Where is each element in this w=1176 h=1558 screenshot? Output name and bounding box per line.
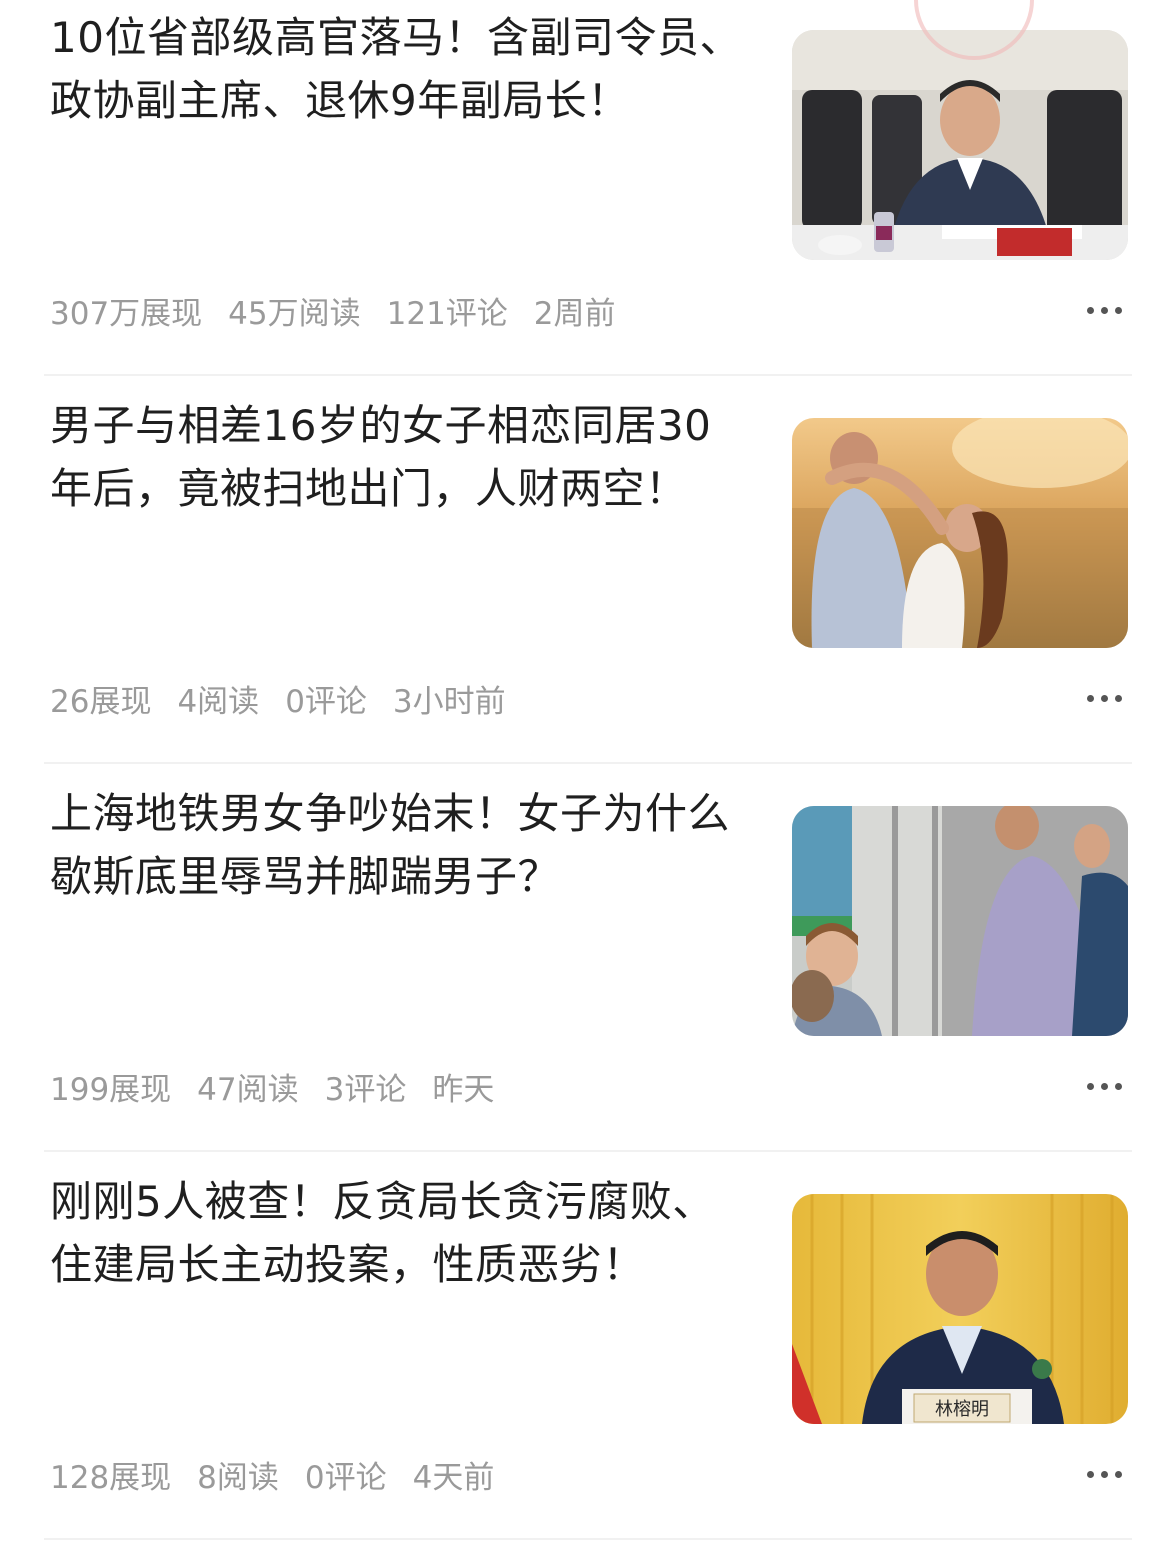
more-dots-icon[interactable] bbox=[1076, 1068, 1132, 1104]
comments-count: 121评论 bbox=[386, 295, 508, 332]
publish-time: 昨天 bbox=[432, 1071, 495, 1108]
article-stats: 199展现 47阅读 3评论 昨天 bbox=[50, 1058, 520, 1114]
more-dots-icon[interactable] bbox=[1076, 680, 1132, 716]
reads-count: 8阅读 bbox=[197, 1459, 279, 1496]
comments-count: 0评论 bbox=[304, 1459, 387, 1496]
article-stats: 26展现 4阅读 0评论 3小时前 bbox=[50, 670, 532, 726]
divider bbox=[44, 762, 1132, 764]
comments-count: 0评论 bbox=[285, 683, 367, 720]
article-thumbnail[interactable] bbox=[792, 806, 1128, 1036]
subway-argument-photo bbox=[792, 806, 1128, 1036]
reads-count: 47阅读 bbox=[197, 1071, 299, 1108]
article-stats: 307万展现 45万阅读 121评论 2周前 bbox=[50, 282, 642, 338]
impressions-count: 307万展现 bbox=[50, 295, 203, 332]
article-title[interactable]: 男子与相差16岁的女子相恋同居30年后，竟被扫地出门，人财两空！ bbox=[50, 394, 750, 520]
article-thumbnail[interactable]: 林榕明 bbox=[792, 1194, 1128, 1424]
article-feed: 10位省部级高官落马！含副司令员、政协副主席、退休9年副局长！ 307万展现 4… bbox=[0, 0, 1176, 1558]
divider bbox=[44, 374, 1132, 376]
article-item[interactable]: 上海地铁男女争吵始末！女子为什么歇斯底里辱骂并脚踹男子？ 199展现 47阅读 … bbox=[0, 776, 1176, 1164]
reads-count: 4阅读 bbox=[177, 683, 260, 720]
official-at-desk-photo bbox=[792, 30, 1128, 260]
divider bbox=[44, 1150, 1132, 1152]
article-thumbnail[interactable] bbox=[792, 418, 1128, 648]
article-title[interactable]: 10位省部级高官落马！含副司令员、政协副主席、退休9年副局长！ bbox=[50, 6, 750, 132]
impressions-count: 26展现 bbox=[50, 683, 152, 720]
article-item[interactable]: 10位省部级高官落马！含副司令员、政协副主席、退休9年副局长！ 307万展现 4… bbox=[0, 0, 1176, 388]
article-item[interactable]: 刚刚5人被查！反贪局长贪污腐败、住建局长主动投案，性质恶劣！ 林榕明 128展现… bbox=[0, 1164, 1176, 1552]
publish-time: 4天前 bbox=[412, 1459, 495, 1496]
official-portrait-photo: 林榕明 bbox=[792, 1194, 1128, 1424]
couple-embrace-photo bbox=[792, 418, 1128, 648]
article-item[interactable]: 男子与相差16岁的女子相恋同居30年后，竟被扫地出门，人财两空！ 26展现 4阅… bbox=[0, 388, 1176, 776]
reads-count: 45万阅读 bbox=[228, 295, 361, 332]
impressions-count: 199展现 bbox=[50, 1071, 172, 1108]
publish-time: 3小时前 bbox=[392, 683, 506, 720]
publish-time: 2周前 bbox=[533, 295, 616, 332]
article-stats: 128展现 8阅读 0评论 4天前 bbox=[50, 1446, 520, 1502]
article-title[interactable]: 上海地铁男女争吵始末！女子为什么歇斯底里辱骂并脚踹男子？ bbox=[50, 782, 750, 908]
nameplate-text: 林榕明 bbox=[935, 1399, 989, 1420]
more-dots-icon[interactable] bbox=[1076, 292, 1132, 328]
article-title[interactable]: 刚刚5人被查！反贪局长贪污腐败、住建局长主动投案，性质恶劣！ bbox=[50, 1170, 750, 1296]
more-dots-icon[interactable] bbox=[1076, 1456, 1132, 1492]
impressions-count: 128展现 bbox=[50, 1459, 172, 1496]
divider bbox=[44, 1538, 1132, 1540]
article-thumbnail[interactable] bbox=[792, 30, 1128, 260]
comments-count: 3评论 bbox=[324, 1071, 407, 1108]
